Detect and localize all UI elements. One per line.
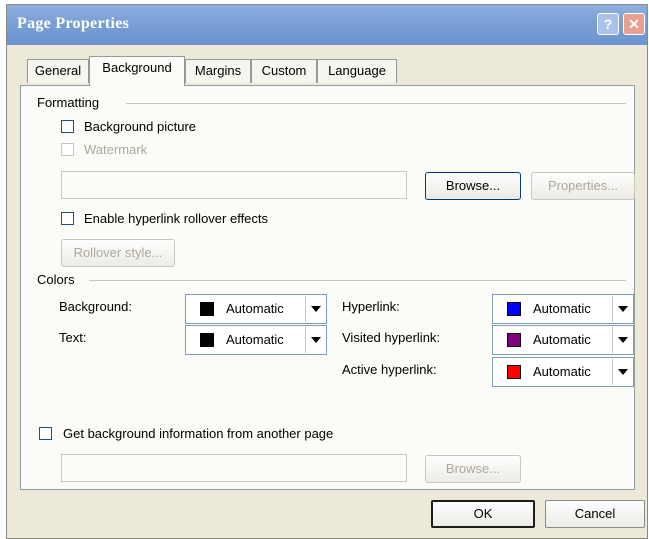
close-icon[interactable]: ✕ <box>623 13 645 35</box>
visited-hyperlink-color-swatch <box>507 333 521 347</box>
rollover-style-button[interactable]: Rollover style... <box>61 239 175 267</box>
chevron-down-icon[interactable] <box>612 327 632 353</box>
active-hyperlink-color-value: Automatic <box>533 364 591 379</box>
watermark-checkbox[interactable] <box>61 143 74 156</box>
get-background-checkbox[interactable] <box>39 427 52 440</box>
tab-strip: General Background Margins Custom Langua… <box>7 45 647 89</box>
text-color-select[interactable]: Automatic <box>185 325 327 355</box>
watermark-label: Watermark <box>84 142 148 157</box>
background-color-value: Automatic <box>226 301 284 316</box>
visited-hyperlink-color-select[interactable]: Automatic <box>492 325 634 355</box>
formatting-heading: Formatting <box>37 95 100 110</box>
active-hyperlink-color-swatch <box>507 365 521 379</box>
hyperlink-color-select[interactable]: Automatic <box>492 294 634 324</box>
background-color-select[interactable]: Automatic <box>185 294 327 324</box>
tab-custom[interactable]: Custom <box>251 59 317 83</box>
background-color-swatch <box>200 302 214 316</box>
active-hyperlink-color-label: Active hyperlink: <box>342 362 437 377</box>
hyperlink-color-value: Automatic <box>533 301 591 316</box>
page-properties-dialog: Page Properties ? ✕ General Background M… <box>6 4 648 539</box>
get-background-label: Get background information from another … <box>63 426 334 441</box>
tab-general[interactable]: General <box>27 59 89 83</box>
active-hyperlink-color-select[interactable]: Automatic <box>492 357 634 387</box>
browse-button[interactable]: Browse... <box>425 172 521 200</box>
formatting-divider <box>126 103 626 104</box>
tab-language[interactable]: Language <box>317 59 397 83</box>
hyperlink-color-swatch <box>507 302 521 316</box>
text-color-value: Automatic <box>226 332 284 347</box>
browse-other-page-button[interactable]: Browse... <box>425 455 521 483</box>
window-title: Page Properties <box>17 15 130 32</box>
colors-divider <box>89 280 626 281</box>
text-color-swatch <box>200 333 214 347</box>
colors-heading: Colors <box>37 272 75 287</box>
visited-hyperlink-color-label: Visited hyperlink: <box>342 330 441 345</box>
picture-path-input[interactable] <box>61 171 407 199</box>
title-bar[interactable]: Page Properties ? ✕ <box>7 5 647 45</box>
chevron-down-icon[interactable] <box>612 359 632 385</box>
background-color-label: Background: <box>59 299 132 314</box>
enable-rollover-label: Enable hyperlink rollover effects <box>84 211 269 226</box>
other-page-path-input[interactable] <box>61 454 407 482</box>
properties-button[interactable]: Properties... <box>531 172 635 200</box>
cancel-button[interactable]: Cancel <box>545 500 645 528</box>
hyperlink-color-label: Hyperlink: <box>342 299 400 314</box>
text-color-label: Text: <box>59 330 87 345</box>
tab-margins[interactable]: Margins <box>185 59 251 83</box>
chevron-down-icon[interactable] <box>305 296 325 322</box>
ok-button[interactable]: OK <box>431 500 535 528</box>
background-picture-checkbox[interactable] <box>61 120 74 133</box>
background-tab-panel: Formatting Background picture Watermark … <box>20 85 635 490</box>
background-picture-label: Background picture <box>84 119 197 134</box>
visited-hyperlink-color-value: Automatic <box>533 332 591 347</box>
chevron-down-icon[interactable] <box>612 296 632 322</box>
chevron-down-icon[interactable] <box>305 327 325 353</box>
tab-background[interactable]: Background <box>89 56 185 86</box>
enable-rollover-checkbox[interactable] <box>61 212 74 225</box>
help-icon[interactable]: ? <box>597 13 619 35</box>
